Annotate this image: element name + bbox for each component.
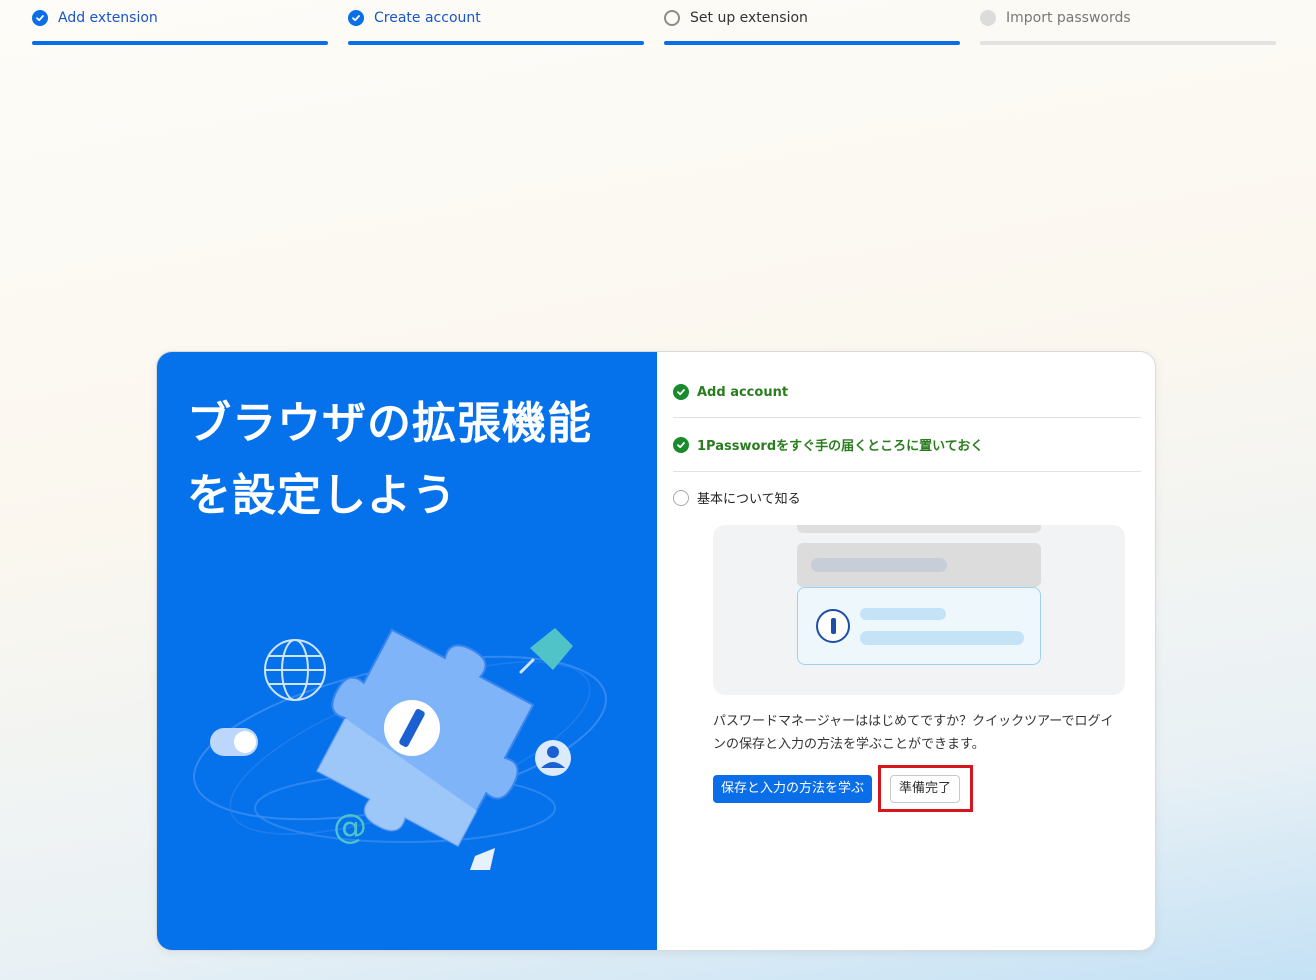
learn-save-fill-button[interactable]: 保存と入力の方法を学ぶ	[713, 775, 873, 803]
step-label: Create account	[374, 10, 481, 26]
check-circle-icon	[673, 436, 689, 453]
placeholder-row	[797, 543, 1041, 587]
checklist-item-label: Add account	[697, 384, 789, 400]
autofill-preview-illustration	[713, 525, 1125, 695]
placeholder-row	[797, 525, 1041, 533]
step-label: Set up extension	[690, 10, 808, 26]
hero-heading: ブラウザの拡張機能を設定しよう	[187, 398, 592, 521]
step-import-passwords: Import passwords	[980, 0, 1276, 48]
divider	[673, 471, 1141, 472]
step-create-account: Create account	[348, 0, 644, 48]
empty-circle-icon	[664, 10, 680, 26]
1password-logo-icon	[816, 609, 850, 643]
checklist-panel: Add account 1Passwordをすぐ手の届くところに置いておく 基本…	[657, 352, 1155, 950]
step-add-extension: Add extension	[32, 0, 328, 48]
check-circle-icon	[32, 10, 48, 26]
globe-icon	[264, 639, 326, 701]
toggle-icon	[210, 728, 258, 756]
gray-circle-icon	[980, 10, 996, 26]
step-progress-bar	[348, 41, 644, 45]
radio-circle-icon	[673, 489, 689, 506]
avatar-icon	[535, 740, 571, 776]
puzzle-extension-illustration: @	[193, 628, 607, 870]
checklist-item-label: 1Passwordをすぐ手の届くところに置いておく	[697, 439, 984, 454]
progress-stepper: Add extension Create account Set up exte…	[32, 0, 1276, 48]
checklist-item-learn-basics[interactable]: 基本について知る	[673, 488, 1141, 507]
divider	[673, 417, 1141, 418]
setup-card: ブラウザの拡張機能を設定しよう @ Add account 1Passwordを…	[156, 351, 1156, 951]
highlight-box	[878, 765, 973, 812]
at-sign-icon: @	[333, 807, 367, 847]
step-progress-bar	[664, 41, 960, 45]
check-circle-icon	[348, 10, 364, 26]
check-circle-icon	[673, 384, 689, 400]
step-label: Import passwords	[1006, 10, 1131, 26]
step-set-up-extension: Set up extension	[664, 0, 960, 48]
tour-description: パスワードマネージャーははじめてですか？クイックツアーでログインの保存と入力の方…	[713, 714, 1114, 752]
step-label: Add extension	[58, 10, 158, 26]
checklist-item-label: 基本について知る	[697, 492, 801, 507]
step-progress-bar	[32, 41, 328, 45]
hero-panel: ブラウザの拡張機能を設定しよう @	[157, 352, 657, 950]
step-progress-bar	[980, 41, 1276, 45]
checklist-item-pin-extension: 1Passwordをすぐ手の届くところに置いておく	[673, 435, 1141, 454]
autofill-suggestion-card	[797, 587, 1041, 665]
checklist-item-add-account: Add account	[673, 384, 1141, 400]
